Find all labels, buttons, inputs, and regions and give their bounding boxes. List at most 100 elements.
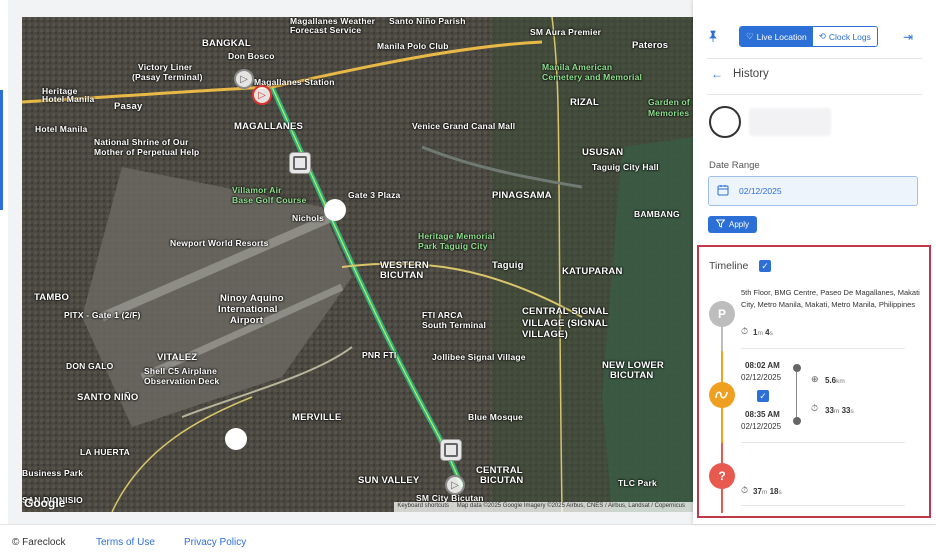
side-panel: ♡ Live Location ⟲ Clock Logs ⇥ ← History… <box>693 0 936 524</box>
map-place-label: Pateros <box>632 40 669 51</box>
terms-link[interactable]: Terms of Use <box>96 537 155 548</box>
date-range-label: Date Range <box>709 160 760 171</box>
map-place-label: Garden of <box>648 97 690 107</box>
avatar <box>709 106 741 138</box>
trip-checkbox[interactable]: ✓ <box>757 390 769 402</box>
map-place-label: TLC Park <box>618 478 657 488</box>
map-place-label: BICUTAN <box>480 475 524 486</box>
map-place-label: Manila American <box>542 62 613 72</box>
keyboard-shortcuts-link[interactable]: Keyboard shortcuts <box>397 503 449 509</box>
map-place-label: Memories <box>648 108 690 118</box>
map-place-label: Park Taguig City <box>418 241 488 251</box>
map-place-label: PINAGSAMA <box>492 190 552 201</box>
map-place-label: Ninoy Aquino <box>220 293 284 304</box>
map-place-label: VILLAGE (SIGNAL <box>522 318 608 329</box>
map-place-label: SANTO NIÑO <box>77 392 139 403</box>
trip-start-dot <box>793 364 801 372</box>
stop-marker[interactable] <box>440 439 462 461</box>
divider <box>707 58 922 59</box>
route-end-marker[interactable]: ▷ <box>445 475 465 495</box>
view-tabs: ♡ Live Location ⟲ Clock Logs <box>739 26 878 47</box>
map-place-label: CENTRAL SIGNAL <box>522 306 609 317</box>
unknown-node[interactable]: ? <box>709 463 735 489</box>
map-place-label: Base Golf Course <box>232 195 307 205</box>
map-attribution: Keyboard shortcuts Map data ©2025 Google… <box>394 502 694 512</box>
date-value: 02/12/2025 <box>739 186 782 196</box>
map-place-label: Taguig <box>492 260 524 271</box>
trip-node[interactable] <box>709 382 735 408</box>
map-place-label: SM Aura Premier <box>530 27 602 37</box>
route-start-marker[interactable]: ▷ <box>234 69 254 89</box>
map-place-label: Heritage Memorial <box>418 231 496 241</box>
distance-icon: ⊕ <box>811 374 819 384</box>
exit-icon[interactable]: ⇥ <box>903 30 913 44</box>
privacy-link[interactable]: Privacy Policy <box>184 537 246 548</box>
calendar-icon <box>717 184 729 198</box>
map-place-label: SUN VALLEY <box>358 475 420 486</box>
stopwatch-icon: ⏱ <box>741 326 749 336</box>
timeline-checkbox[interactable]: ✓ <box>759 260 771 272</box>
map-place-label: KATUPARAN <box>562 266 623 277</box>
route-highlight-marker[interactable]: ▷ <box>252 85 272 105</box>
map-place-label: Manila Polo Club <box>377 41 449 51</box>
map-place-label: MAGALLANES <box>234 121 304 132</box>
map-place-label: Observation Deck <box>144 376 220 386</box>
map-place-label: BICUTAN <box>610 370 654 381</box>
map-place-label: LA HUERTA <box>80 447 130 457</box>
divider <box>741 348 905 349</box>
map-place-label: Nichols <box>292 213 325 223</box>
copyright-text: © Fareclock <box>12 537 66 548</box>
history-title: History <box>733 68 769 80</box>
map-place-label: Pasay <box>114 101 143 112</box>
map-place-label: PNR FTI <box>362 350 397 360</box>
back-arrow-icon[interactable]: ← <box>711 67 723 81</box>
map-place-label: BAMBANG <box>634 209 680 219</box>
map-place-label: VILLAGE) <box>522 329 568 340</box>
map-place-label: Hotel Manila <box>35 124 88 134</box>
apply-button[interactable]: Apply <box>708 216 758 233</box>
map-place-label: (Pasay Terminal) <box>132 72 203 82</box>
map-place-label: Villamor Air <box>232 185 282 195</box>
map-place-label: International <box>218 304 278 315</box>
tab-label: Live Location <box>756 31 807 42</box>
map-place-label: National Shrine of Our <box>94 137 189 147</box>
timeline-label: Timeline <box>709 260 749 272</box>
place-address: 5th Floor, BMG Centre, Paseo De Magallan… <box>741 288 920 309</box>
map-place-label: Airport <box>230 315 264 326</box>
map-place-label: Business Park <box>22 468 84 478</box>
timeline-section: Timeline ✓ P 5th Floor, BMG Centre, Pase… <box>697 245 931 518</box>
map-view[interactable]: Magallanes Weather Forecast Service Santo … <box>22 17 694 512</box>
map-place-label: Victory Liner <box>138 62 193 72</box>
tab-live-location[interactable]: ♡ Live Location <box>740 27 813 46</box>
map-place-label: RIZAL <box>570 97 599 108</box>
trip-duration: 33m 33s <box>825 406 854 415</box>
location-dot[interactable] <box>324 199 346 221</box>
stopwatch-icon: ⏱ <box>741 485 749 495</box>
date-range-input[interactable]: 02/12/2025 <box>708 176 918 206</box>
place-node[interactable]: P <box>709 301 735 327</box>
map-place-label: Santo Niño Parish <box>389 17 466 26</box>
google-logo: Google <box>24 496 66 510</box>
map-imagery <box>22 17 694 512</box>
map-place-label: BANGKAL <box>202 38 251 49</box>
map-place-label: Newport World Resorts <box>170 238 269 248</box>
stopwatch-icon: ⏱ <box>811 403 819 413</box>
footer: © Fareclock Terms of Use Privacy Policy <box>0 524 936 556</box>
heart-icon: ♡ <box>746 31 754 41</box>
divider <box>741 442 905 443</box>
trip-connector <box>796 372 797 418</box>
location-dot[interactable] <box>225 428 247 450</box>
map-place-label: Taguig City Hall <box>592 162 659 172</box>
left-edge <box>0 0 8 524</box>
map-place-label: South Terminal <box>422 320 487 330</box>
map-place-label: PITX - Gate 1 (2/F) <box>64 310 141 320</box>
tab-clock-logs[interactable]: ⟲ Clock Logs <box>812 27 877 46</box>
history-icon: ⟲ <box>818 31 826 41</box>
map-place-label: DON GALO <box>66 361 114 371</box>
pin-icon[interactable] <box>707 30 719 45</box>
stop-marker[interactable] <box>289 152 311 174</box>
trip-end-date: 02/12/2025 <box>741 422 782 431</box>
left-accent-bar <box>0 90 3 210</box>
trip-end-dot <box>793 417 801 425</box>
employee-name-redacted <box>749 108 831 136</box>
